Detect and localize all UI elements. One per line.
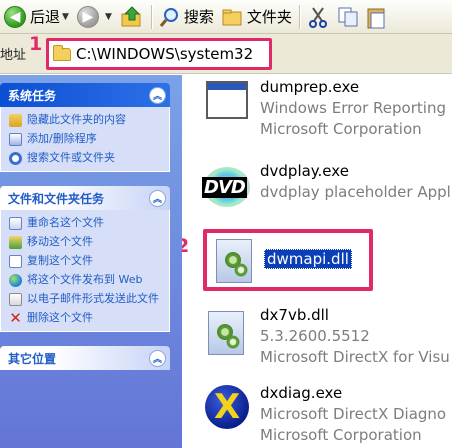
folders-label: 文件夹 — [246, 8, 292, 26]
toolbar-separator — [150, 4, 152, 29]
toolbar: ◀ 后退 ▼ ▶ ▼ 搜索 文件夹 — [0, 0, 452, 34]
dll-icon — [210, 237, 256, 287]
file-description: dvdplay placeholder Appl — [260, 183, 451, 201]
delete-icon — [9, 312, 22, 325]
task-label: 重命名这个文件 — [27, 216, 104, 229]
step-1-badge: 1 — [29, 33, 43, 55]
file-name: dxdiag.exe — [260, 384, 343, 402]
file-description: Windows Error Reporting — [260, 99, 446, 117]
task-label: 添加/删除程序 — [27, 132, 97, 145]
window-icon — [202, 77, 252, 127]
back-label: 后退 — [30, 8, 61, 26]
rename-icon — [9, 217, 22, 230]
folder-icon — [53, 44, 71, 61]
file-name-selected: dwmapi.dll — [264, 249, 352, 269]
dvd-logo-text: DVD — [202, 177, 247, 198]
task-move-file[interactable]: 移动这个文件 — [9, 235, 163, 249]
file-item-dx7vb[interactable]: dx7vb.dll 5.3.2600.5512 Microsoft Direct… — [202, 305, 452, 375]
dll-icon — [202, 305, 252, 355]
task-publish-web[interactable]: 将这个文件发布到 Web — [9, 273, 163, 287]
search-icon — [159, 7, 178, 27]
file-company: Microsoft Corporation — [260, 120, 422, 138]
copy-icon — [9, 255, 22, 268]
task-label: 复制这个文件 — [27, 254, 93, 267]
cut-button[interactable] — [303, 2, 333, 32]
system-tasks-panel: 系统任务 ︽ 隐藏此文件夹的内容 添加/删除程序 搜索文件或文件夹 — [0, 83, 170, 172]
file-tasks-panel: 文件和文件夹任务 ︽ 重命名这个文件 移动这个文件 复制这个文件 将这个文件发布… — [0, 186, 170, 332]
back-button[interactable]: ◀ 后退 ▼ — [0, 2, 73, 32]
task-search-files[interactable]: 搜索文件或文件夹 — [9, 151, 163, 165]
task-rename-file[interactable]: 重命名这个文件 — [9, 216, 163, 230]
task-pane: 系统任务 ︽ 隐藏此文件夹的内容 添加/删除程序 搜索文件或文件夹 文件和文件夹… — [0, 75, 182, 448]
task-delete-file[interactable]: 删除这个文件 — [9, 311, 163, 325]
file-name: dx7vb.dll — [260, 306, 329, 324]
file-item-dxdiag[interactable]: X dxdiag.exe Microsoft DirectX Diagno Mi… — [202, 383, 452, 448]
file-name: dvdplay.exe — [260, 162, 349, 180]
task-hide-folder-contents[interactable]: 隐藏此文件夹的内容 — [9, 113, 163, 127]
file-item-dwmapi[interactable]: dwmapi.dll — [210, 237, 452, 307]
address-input[interactable]: C:\WINDOWS\system32 — [46, 38, 272, 70]
other-places-title: 其它位置 — [8, 351, 57, 366]
task-label: 搜索文件或文件夹 — [27, 151, 115, 164]
step-2-badge: 2 — [182, 235, 190, 257]
task-label: 以电子邮件形式发送此文件 — [27, 292, 159, 305]
paste-button[interactable] — [363, 2, 389, 32]
file-description: Microsoft DirectX Diagno — [260, 405, 447, 423]
file-description: Microsoft DirectX for Visu — [260, 348, 450, 366]
scissors-icon — [308, 6, 327, 28]
collapse-chevron-icon[interactable]: ︽ — [149, 349, 166, 367]
back-arrow-icon: ◀ — [4, 5, 26, 28]
task-copy-file[interactable]: 复制这个文件 — [9, 254, 163, 268]
directx-icon: X — [202, 383, 252, 433]
copy-icon — [338, 7, 358, 26]
task-add-remove-programs[interactable]: 添加/删除程序 — [9, 132, 163, 146]
folders-button[interactable]: 文件夹 — [218, 2, 296, 32]
folders-icon — [222, 9, 242, 25]
directx-logo-text: X — [214, 387, 241, 427]
address-path: C:\WINDOWS\system32 — [76, 45, 254, 63]
forward-button[interactable]: ▶ ▼ — [73, 2, 116, 32]
hide-contents-icon — [9, 114, 22, 127]
file-tasks-title: 文件和文件夹任务 — [8, 191, 105, 206]
collapse-chevron-icon[interactable]: ︽ — [149, 189, 166, 207]
toolbar-separator — [298, 4, 300, 29]
other-places-panel: 其它位置 ︽ — [0, 346, 170, 370]
task-email-file[interactable]: 以电子邮件形式发送此文件 — [9, 292, 163, 306]
email-icon — [9, 293, 22, 306]
file-version: 5.3.2600.5512 — [260, 327, 370, 345]
file-item-dumprep[interactable]: dumprep.exe Windows Error Reporting Micr… — [202, 77, 452, 147]
other-places-header[interactable]: 其它位置 ︽ — [0, 346, 170, 370]
up-folder-icon — [121, 5, 141, 26]
system-tasks-header[interactable]: 系统任务 ︽ — [0, 83, 170, 107]
add-remove-programs-icon — [9, 133, 22, 146]
search-icon — [9, 152, 22, 165]
forward-arrow-icon: ▶ — [76, 5, 99, 28]
file-tasks-list: 重命名这个文件 移动这个文件 复制这个文件 将这个文件发布到 Web 以电子邮件… — [0, 210, 170, 332]
search-button[interactable]: 搜索 — [155, 2, 218, 32]
system-tasks-title: 系统任务 — [8, 88, 57, 103]
copy-button[interactable] — [333, 2, 363, 32]
move-icon — [9, 236, 22, 249]
file-name: dumprep.exe — [260, 78, 360, 96]
task-label: 删除这个文件 — [27, 311, 93, 324]
task-label: 移动这个文件 — [27, 235, 93, 248]
file-tasks-header[interactable]: 文件和文件夹任务 ︽ — [0, 186, 170, 210]
globe-icon — [9, 274, 22, 287]
file-item-dvdplay[interactable]: DVD dvdplay.exe dvdplay placeholder Appl — [202, 161, 452, 231]
dvd-icon: DVD — [202, 161, 252, 211]
forward-dropdown-icon[interactable]: ▼ — [105, 12, 112, 22]
search-label: 搜索 — [183, 8, 214, 26]
collapse-chevron-icon[interactable]: ︽ — [149, 86, 166, 104]
back-dropdown-icon[interactable]: ▼ — [62, 12, 69, 22]
system-tasks-list: 隐藏此文件夹的内容 添加/删除程序 搜索文件或文件夹 — [0, 107, 170, 172]
file-company: Microsoft Corporation — [260, 426, 422, 444]
up-folder-button[interactable] — [116, 2, 148, 32]
paste-icon — [367, 8, 385, 28]
task-label: 隐藏此文件夹的内容 — [27, 113, 126, 126]
file-list: dumprep.exe Windows Error Reporting Micr… — [182, 75, 452, 448]
address-bar: 地址 1 C:\WINDOWS\system32 — [0, 33, 452, 74]
address-label: 地址 — [0, 48, 27, 63]
task-label: 将这个文件发布到 Web — [27, 273, 143, 286]
